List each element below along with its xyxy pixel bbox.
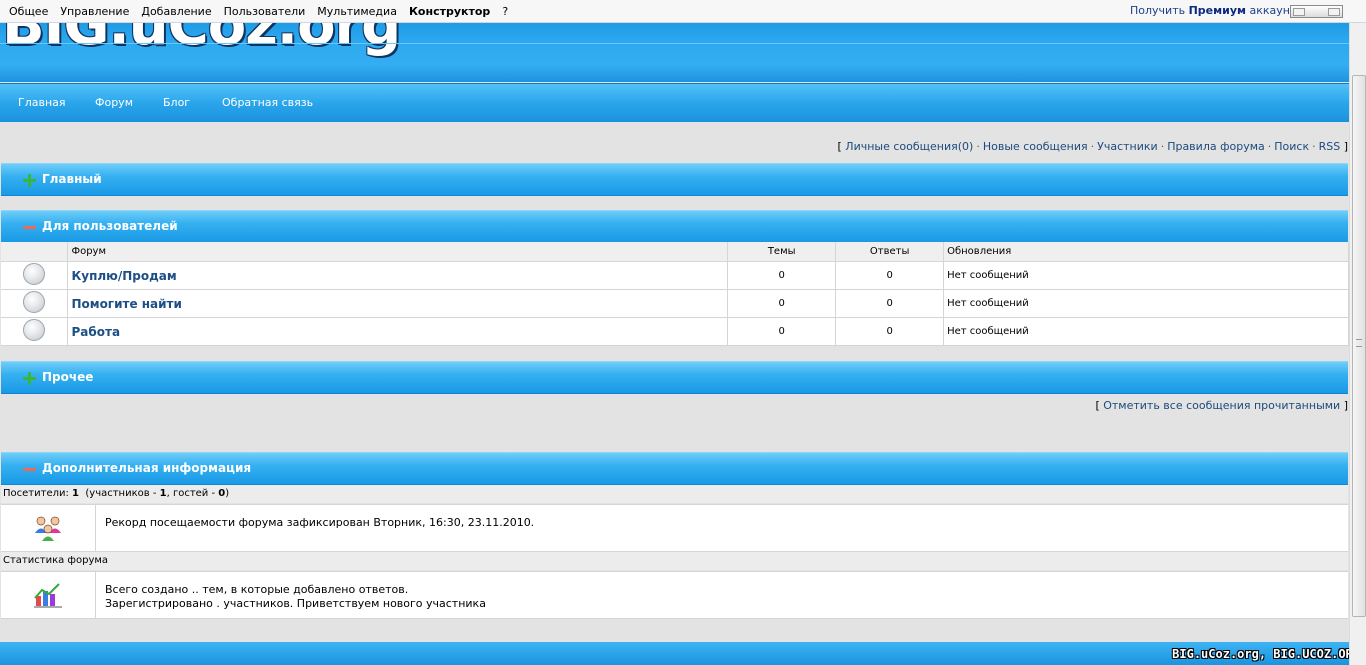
main-nav: Главная Форум Блог Обратная связь <box>0 83 1349 122</box>
mark-all-read-link[interactable]: Отметить все сообщения прочитанными <box>1103 399 1340 412</box>
header-updates: Обновления <box>943 242 1349 262</box>
circle-status-icon <box>23 263 46 285</box>
row-replies: 0 <box>835 261 945 290</box>
circle-status-icon <box>23 319 46 341</box>
row-updates: Нет сообщений <box>943 289 1349 318</box>
scrollbar-thumb[interactable] <box>1352 75 1366 617</box>
circle-status-icon <box>23 291 46 313</box>
category-main-title[interactable]: Главный <box>42 172 102 186</box>
link-private-messages[interactable]: Личные сообщения(0) <box>845 140 973 153</box>
watermark: BIG.uCoz.org, BIG.UCOZ.ORG <box>1172 647 1360 661</box>
site-logo[interactable]: BIG.uCoz.org <box>2 23 401 58</box>
category-other[interactable]: Прочее <box>1 361 1348 394</box>
visitors-members-label: (участников - <box>85 488 157 499</box>
table-row: Куплю/Продам 0 0 Нет сообщений <box>1 261 1349 290</box>
row-icon-cell <box>1 317 69 346</box>
visitors-close: ) <box>225 488 230 499</box>
category-extra-title[interactable]: Дополнительная информация <box>42 461 251 475</box>
link-rss[interactable]: RSS <box>1319 140 1341 153</box>
record-box: Рекорд посещаемости форума зафиксирован … <box>1 504 1348 552</box>
category-other-title[interactable]: Прочее <box>42 370 93 384</box>
minus-icon[interactable] <box>23 221 36 233</box>
row-replies: 0 <box>835 317 945 346</box>
header-forum: Форум <box>67 242 729 262</box>
menu-constructor[interactable]: Конструктор <box>409 5 490 18</box>
forum-toplinks: [ Личные сообщения(0) · Новые сообщения · Уч… <box>837 140 1349 153</box>
menu-multimedia[interactable]: Мультимедиа <box>317 5 397 18</box>
link-new-messages[interactable]: Новые сообщения <box>983 140 1088 153</box>
stats-line-1: Всего создано .. тем, в которые добавлен… <box>105 583 409 596</box>
bracket-close: ] <box>1343 399 1348 412</box>
nav-forum[interactable]: Форум <box>95 96 133 109</box>
nav-feedback[interactable]: Обратная связь <box>222 96 313 109</box>
row-forum-cell: Куплю/Продам <box>67 261 729 290</box>
visitors-line: Посетители: 1 (участников - 1, гостей - … <box>1 485 1348 503</box>
menu-general[interactable]: Общее <box>9 5 48 18</box>
header-divider <box>0 43 1349 44</box>
admin-topbar: Общее Управление Добавление Пользователи… <box>0 0 1366 23</box>
nav-blog[interactable]: Блог <box>163 96 190 109</box>
forum-link[interactable]: Куплю/Продам <box>71 269 176 283</box>
bracket-open: [ <box>1095 399 1100 412</box>
menu-help[interactable]: ? <box>502 5 508 18</box>
stats-line-2: Зарегистрировано . участников. Приветств… <box>105 597 486 610</box>
table-row: Работа 0 0 Нет сообщений <box>1 317 1349 346</box>
row-topics: 0 <box>727 261 837 290</box>
category-extra[interactable]: Дополнительная информация <box>1 452 1348 485</box>
visitors-guests-label: , гостей - <box>166 488 216 499</box>
site-header: BIG.uCoz.org <box>0 23 1349 82</box>
menu-users[interactable]: Пользователи <box>224 5 306 18</box>
row-topics: 0 <box>727 317 837 346</box>
admin-menu: Общее Управление Добавление Пользователи… <box>0 5 520 18</box>
stats-chart-icon <box>34 583 62 608</box>
page-scrollbar[interactable] <box>1349 23 1366 665</box>
nav-home[interactable]: Главная <box>18 96 66 109</box>
visitors-members: 1 <box>159 488 167 499</box>
visitors-total: 1 <box>72 488 80 499</box>
row-updates: Нет сообщений <box>943 261 1349 290</box>
users-group-icon <box>35 516 61 541</box>
premium-bold: Премиум <box>1188 4 1246 17</box>
table-row: Помогите найти 0 0 Нет сообщений <box>1 289 1349 318</box>
row-topics: 0 <box>727 289 837 318</box>
row-icon-cell <box>1 289 69 318</box>
category-users-title[interactable]: Для пользователей <box>42 219 178 233</box>
record-text: Рекорд посещаемости форума зафиксирован … <box>105 516 535 529</box>
header-topics: Темы <box>727 242 837 262</box>
plus-icon[interactable] <box>23 174 36 187</box>
header-icon-col <box>1 242 69 262</box>
link-members[interactable]: Участники <box>1097 140 1158 153</box>
premium-prefix: Получить <box>1130 4 1186 17</box>
record-icon-cell <box>1 505 96 551</box>
forum-link[interactable]: Помогите найти <box>71 297 181 311</box>
stats-box: Всего создано .. тем, в которые добавлен… <box>1 571 1348 619</box>
stats-title: Статистика форума <box>1 552 1348 570</box>
visitors-label: Посетители: <box>3 488 69 499</box>
premium-link[interactable]: Получить Премиум аккаунт <box>1130 4 1296 17</box>
menu-add[interactable]: Добавление <box>141 5 211 18</box>
minus-icon[interactable] <box>23 463 36 475</box>
row-icon-cell <box>1 261 69 290</box>
menu-management[interactable]: Управление <box>60 5 129 18</box>
link-forum-rules[interactable]: Правила форума <box>1167 140 1265 153</box>
bracket-close: ] <box>1343 140 1348 153</box>
row-updates: Нет сообщений <box>943 317 1349 346</box>
category-main[interactable]: Главный <box>1 163 1348 196</box>
forum-table: Форум Темы Ответы Обновления Куплю/Прода… <box>1 242 1349 346</box>
table-header-row: Форум Темы Ответы Обновления <box>1 242 1349 262</box>
panel-toggle[interactable] <box>1290 5 1343 18</box>
site-footer <box>0 642 1349 665</box>
bracket-open: [ <box>837 140 842 153</box>
mark-read: [ Отметить все сообщения прочитанными ] <box>1095 399 1348 412</box>
row-replies: 0 <box>835 289 945 318</box>
forum-link[interactable]: Работа <box>71 325 120 339</box>
row-forum-cell: Работа <box>67 317 729 346</box>
header-replies: Ответы <box>835 242 945 262</box>
plus-icon[interactable] <box>23 372 36 385</box>
stats-icon-cell <box>1 572 96 618</box>
row-forum-cell: Помогите найти <box>67 289 729 318</box>
link-search[interactable]: Поиск <box>1274 140 1309 153</box>
category-users[interactable]: Для пользователей <box>1 210 1348 243</box>
